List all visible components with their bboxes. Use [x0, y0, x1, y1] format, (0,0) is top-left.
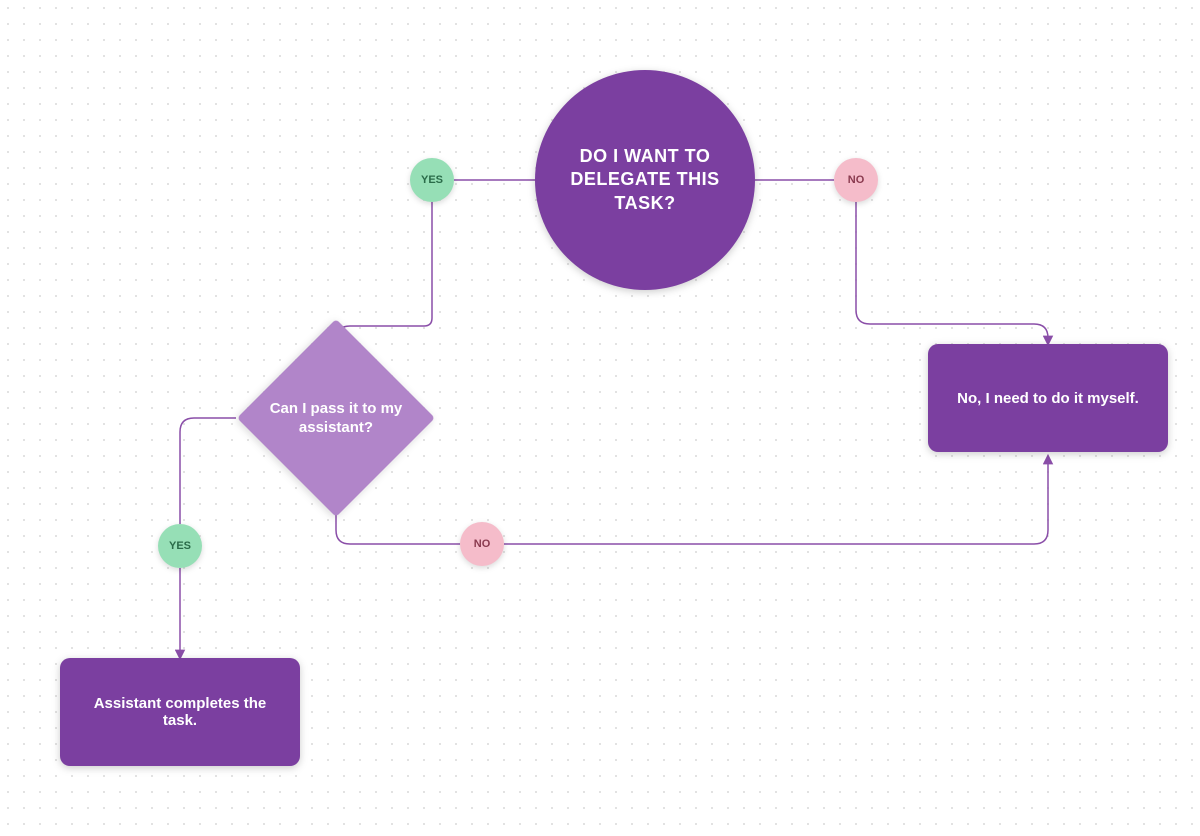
branch-no-label: NO: [848, 174, 865, 186]
decision-text: Can I pass it to my assistant?: [236, 399, 436, 438]
branch-yes-label: YES: [421, 174, 443, 186]
start-node: DO I WANT TO DELEGATE THIS TASK?: [535, 70, 755, 290]
decision-yes: YES: [158, 524, 202, 568]
process-a-text: Assistant completes the task.: [84, 695, 276, 729]
branch-yes: YES: [410, 158, 454, 202]
start-node-text: DO I WANT TO DELEGATE THIS TASK?: [555, 145, 735, 215]
process-do-it-myself: No, I need to do it myself.: [928, 344, 1168, 452]
branch-no: NO: [834, 158, 878, 202]
decision-no: NO: [460, 522, 504, 566]
decision-node: Can I pass it to my assistant?: [236, 318, 436, 518]
process-assistant-completes: Assistant completes the task.: [60, 658, 300, 766]
decision-yes-label: YES: [169, 540, 191, 552]
decision-no-label: NO: [474, 538, 491, 550]
process-b-text: No, I need to do it myself.: [957, 390, 1139, 407]
